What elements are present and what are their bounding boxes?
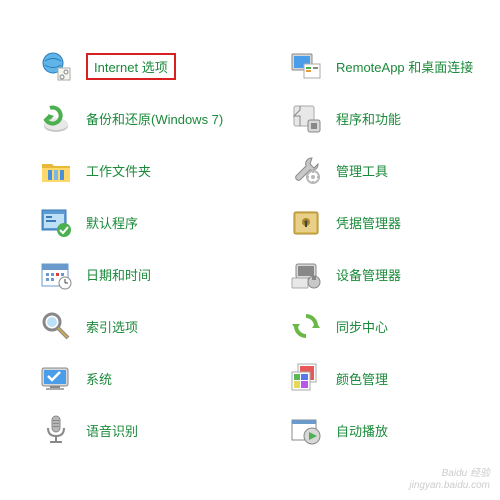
item-label: 程序和功能 <box>336 109 401 128</box>
item-label: 同步中心 <box>336 317 388 336</box>
watermark-url: jingyan.baidu.com <box>409 480 490 492</box>
work-folders-icon <box>40 154 72 186</box>
item-remoteapp[interactable]: RemoteApp 和桌面连接 <box>290 40 500 92</box>
item-speech-recognition[interactable]: 语音识别 <box>40 404 290 456</box>
color-management-icon <box>290 362 322 394</box>
item-internet-options[interactable]: Internet 选项 <box>40 40 290 92</box>
item-device-manager[interactable]: 设备管理器 <box>290 248 500 300</box>
internet-options-icon <box>40 50 72 82</box>
item-system[interactable]: 系统 <box>40 352 290 404</box>
item-label: RemoteApp 和桌面连接 <box>336 57 473 76</box>
admin-tools-icon <box>290 154 322 186</box>
programs-features-icon <box>290 102 322 134</box>
item-label: 语音识别 <box>86 421 138 440</box>
item-label: 工作文件夹 <box>86 161 151 180</box>
sync-center-icon <box>290 310 322 342</box>
item-label: 管理工具 <box>336 161 388 180</box>
watermark-brand: Baidu 经验 <box>409 468 490 480</box>
item-label: 备份和还原(Windows 7) <box>86 109 223 128</box>
column-right: RemoteApp 和桌面连接 程序和功能 管理工具 凭据管理器 设备管理器 <box>290 40 500 456</box>
item-autoplay[interactable]: 自动播放 <box>290 404 500 456</box>
device-manager-icon <box>290 258 322 290</box>
column-left: Internet 选项 备份和还原(Windows 7) 工作文件夹 默认程序 <box>40 40 290 456</box>
indexing-options-icon <box>40 310 72 342</box>
item-indexing-options[interactable]: 索引选项 <box>40 300 290 352</box>
item-label: 索引选项 <box>86 317 138 336</box>
item-label: 颜色管理 <box>336 369 388 388</box>
control-panel-grid: Internet 选项 备份和还原(Windows 7) 工作文件夹 默认程序 <box>0 0 500 456</box>
item-credential-manager[interactable]: 凭据管理器 <box>290 196 500 248</box>
item-backup-restore[interactable]: 备份和还原(Windows 7) <box>40 92 290 144</box>
item-date-time[interactable]: 日期和时间 <box>40 248 290 300</box>
item-label: 日期和时间 <box>86 265 151 284</box>
autoplay-icon <box>290 414 322 446</box>
item-sync-center[interactable]: 同步中心 <box>290 300 500 352</box>
item-programs-features[interactable]: 程序和功能 <box>290 92 500 144</box>
item-label: 设备管理器 <box>336 265 401 284</box>
item-default-programs[interactable]: 默认程序 <box>40 196 290 248</box>
system-icon <box>40 362 72 394</box>
remoteapp-icon <box>290 50 322 82</box>
item-work-folders[interactable]: 工作文件夹 <box>40 144 290 196</box>
item-label: 凭据管理器 <box>336 213 401 232</box>
backup-restore-icon <box>40 102 72 134</box>
item-label: 默认程序 <box>86 213 138 232</box>
item-label: 自动播放 <box>336 421 388 440</box>
credential-manager-icon <box>290 206 322 238</box>
item-label: 系统 <box>86 369 112 388</box>
item-label: Internet 选项 <box>86 53 176 80</box>
item-color-management[interactable]: 颜色管理 <box>290 352 500 404</box>
item-admin-tools[interactable]: 管理工具 <box>290 144 500 196</box>
watermark: Baidu 经验 jingyan.baidu.com <box>409 468 490 492</box>
speech-recognition-icon <box>40 414 72 446</box>
date-time-icon <box>40 258 72 290</box>
default-programs-icon <box>40 206 72 238</box>
